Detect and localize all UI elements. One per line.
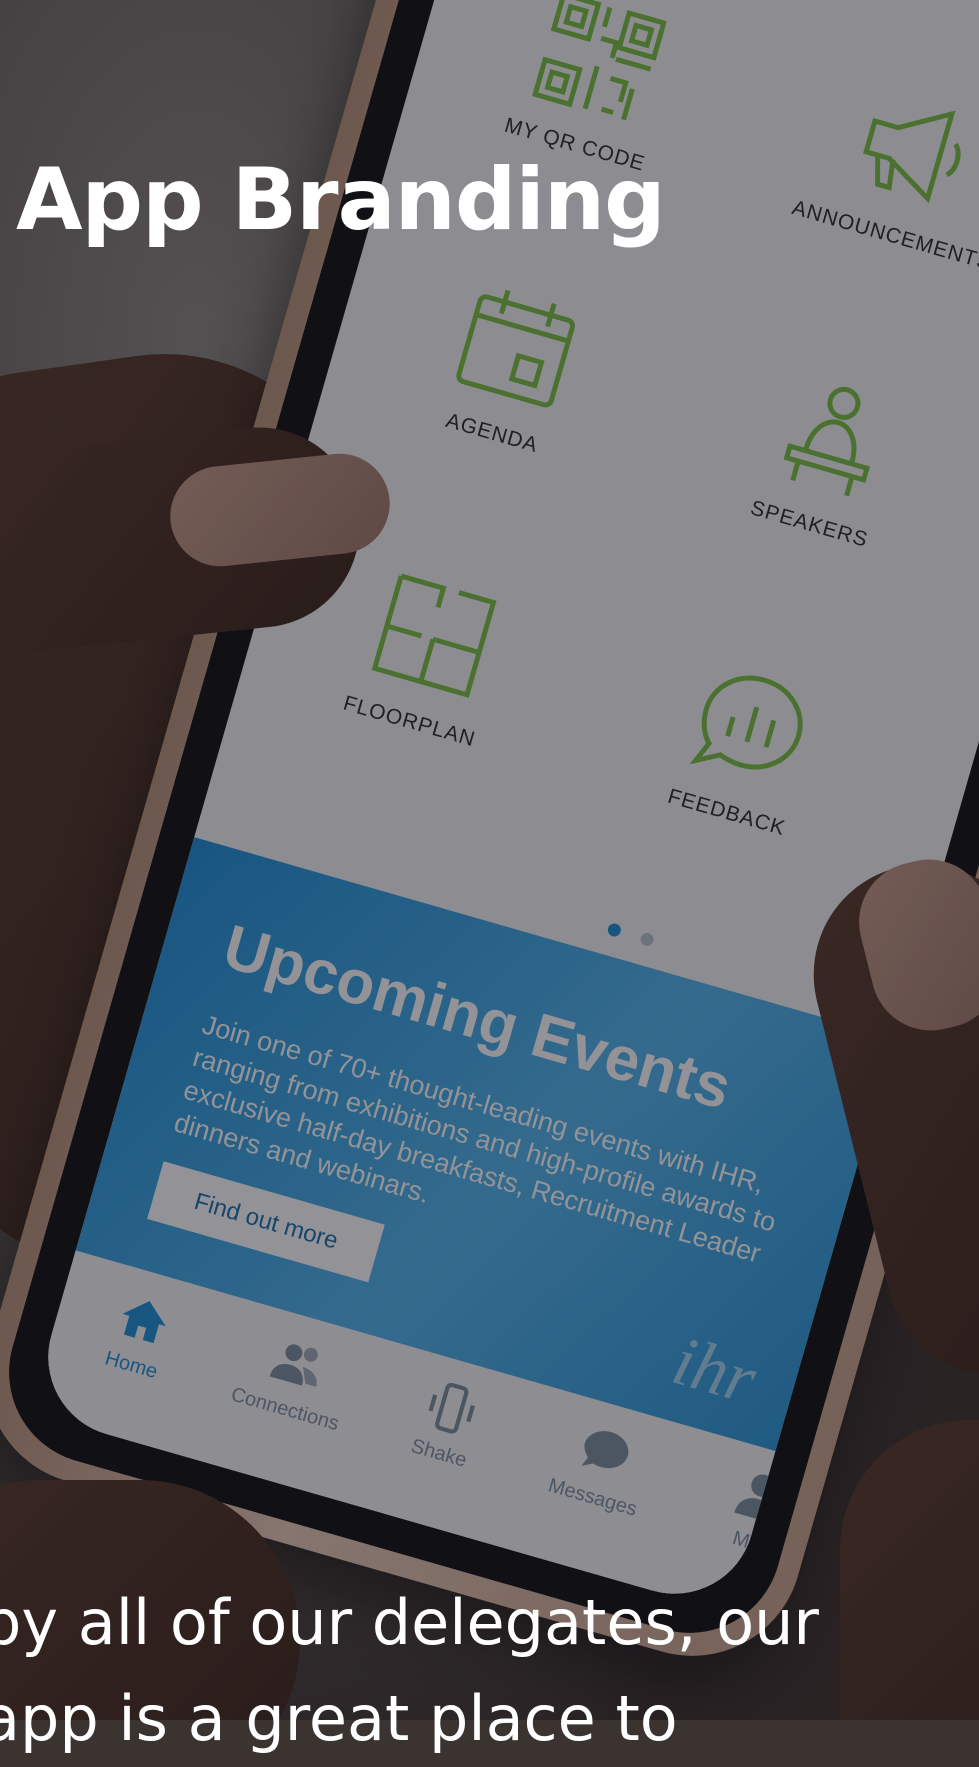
- intro-line-2: app is a great place to: [0, 1682, 678, 1755]
- dark-overlay: [0, 0, 979, 1720]
- page-title: App Branding: [16, 150, 666, 250]
- intro-line-1: by all of our delegates, our: [0, 1586, 819, 1659]
- hero-photo: MY QR CODE ANNOUNCEMENTS AGENDA SPEAKERS…: [0, 0, 979, 1720]
- intro-text: by all of our delegates, our app is a gre…: [0, 1575, 819, 1767]
